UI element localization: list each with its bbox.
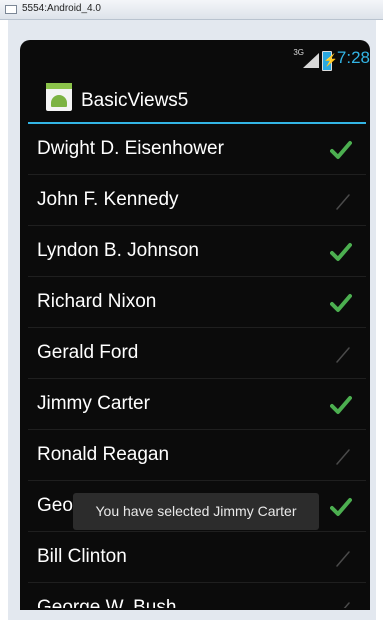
checkmark-checked-icon[interactable]: [330, 292, 352, 314]
list-item-label: Lyndon B. Johnson: [37, 240, 199, 261]
list-item[interactable]: Jimmy Carter: [28, 379, 366, 430]
list-item[interactable]: Gerald Ford: [28, 328, 366, 379]
list-item[interactable]: Lyndon B. Johnson: [28, 226, 366, 277]
status-clock: 7:28: [336, 48, 370, 67]
presidents-list[interactable]: Dwight D. Eisenhower John F. Kennedy Lyndo…: [28, 124, 366, 608]
checkmark-unchecked-icon[interactable]: [330, 190, 352, 212]
device-screen: 3G ⚡ 7:28 BasicViews5 Dwight D. Eisenhow…: [20, 40, 370, 610]
checkmark-unchecked-icon[interactable]: [330, 547, 352, 569]
checkmark-checked-icon[interactable]: [330, 241, 352, 263]
app-icon-stripe: [46, 83, 72, 89]
list-item[interactable]: John F. Kennedy: [28, 175, 366, 226]
app-title: BasicViews5: [81, 90, 189, 111]
charging-bolt-icon: ⚡: [323, 53, 338, 67]
checkmark-unchecked-icon[interactable]: [330, 343, 352, 365]
list-item-label: Dwight D. Eisenhower: [37, 138, 224, 159]
status-bar: 3G ⚡ 7:28: [28, 40, 370, 78]
action-bar: BasicViews5: [20, 78, 370, 123]
list-item-label: Bill Clinton: [37, 546, 127, 567]
list-item[interactable]: Dwight D. Eisenhower: [28, 124, 366, 175]
list-item-label: Jimmy Carter: [37, 393, 150, 414]
list-item-label: Gerald Ford: [37, 342, 139, 363]
list-item[interactable]: Bill Clinton: [28, 532, 366, 583]
checkmark-unchecked-icon[interactable]: [330, 445, 352, 467]
toast-message: You have selected Jimmy Carter: [73, 493, 319, 530]
window-icon: [5, 5, 17, 14]
emulator-titlebar: 5554:Android_4.0: [0, 0, 383, 20]
list-item-label: George W. Bush: [37, 597, 177, 608]
signal-icon: [303, 53, 319, 68]
app-icon[interactable]: [46, 83, 72, 111]
checkmark-checked-icon[interactable]: [330, 496, 352, 518]
window-title: 5554:Android_4.0: [22, 3, 101, 14]
android-robot-icon: [51, 95, 67, 107]
checkmark-unchecked-icon[interactable]: [330, 598, 352, 608]
checkmark-checked-icon[interactable]: [330, 139, 352, 161]
list-item-label: Richard Nixon: [37, 291, 157, 312]
list-item[interactable]: Ronald Reagan: [28, 430, 366, 481]
battery-icon: ⚡: [322, 51, 338, 71]
list-item[interactable]: Richard Nixon: [28, 277, 366, 328]
list-item[interactable]: George W. Bush: [28, 583, 366, 608]
list-item-label: John F. Kennedy: [37, 189, 179, 210]
checkmark-checked-icon[interactable]: [330, 394, 352, 416]
list-item-label: Ronald Reagan: [37, 444, 170, 465]
